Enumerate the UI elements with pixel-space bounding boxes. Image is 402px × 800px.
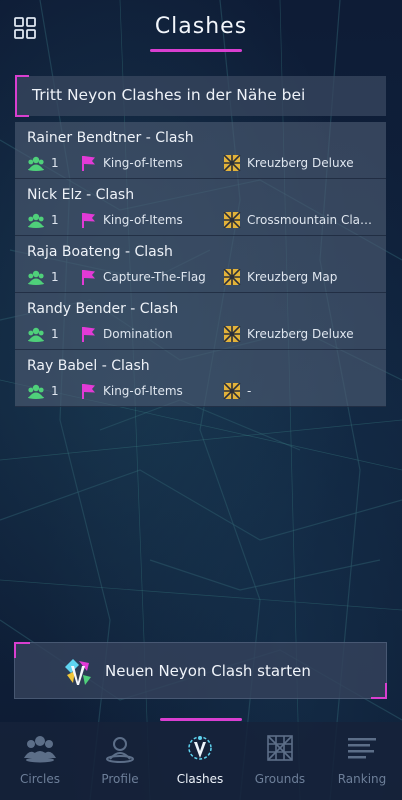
clash-list-item[interactable]: Ray Babel - Clash 1 King-of-Items - xyxy=(15,350,386,407)
map-icon xyxy=(223,269,241,285)
map-icon xyxy=(223,212,241,228)
clash-name: Ray Babel - Clash xyxy=(27,358,150,374)
clash-name: Raja Boateng - Clash xyxy=(27,244,173,260)
map-name-value: Kreuzberg Deluxe xyxy=(247,156,354,170)
banner-text: Tritt Neyon Clashes in der Nähe bei xyxy=(32,86,306,104)
players-icon xyxy=(27,383,45,399)
game-mode-value: Capture-The-Flag xyxy=(103,270,206,284)
player-count-value: 1 xyxy=(51,213,59,227)
nav-label: Clashes xyxy=(176,772,224,786)
nav-item-clashes[interactable]: Clashes xyxy=(160,722,240,800)
player-count: 1 xyxy=(27,269,59,285)
player-count-value: 1 xyxy=(51,156,59,170)
player-count: 1 xyxy=(27,326,59,342)
nearby-clashes-banner: Tritt Neyon Clashes in der Nähe bei xyxy=(15,75,386,117)
ranking-icon xyxy=(346,732,378,764)
map-name-value: Crossmountain Clas... xyxy=(247,213,375,227)
game-mode: Capture-The-Flag xyxy=(79,269,206,285)
map-icon xyxy=(223,383,241,399)
map-icon xyxy=(223,155,241,171)
neyon-logo-icon xyxy=(61,655,95,689)
clash-list-item[interactable]: Raja Boateng - Clash 1 Capture-The-Flag Kre… xyxy=(15,236,386,293)
map-name-value: - xyxy=(247,384,252,398)
header: Clashes xyxy=(0,0,402,60)
clash-meta: 1 Capture-The-Flag Kreuzberg Map xyxy=(27,269,382,287)
clash-list-item[interactable]: Randy Bender - Clash 1 Domination Kreuzberg… xyxy=(15,293,386,350)
bottom-nav: Circles Profile Clashes Grounds Ranking xyxy=(0,722,402,800)
flag-icon xyxy=(79,326,97,342)
player-count: 1 xyxy=(27,383,59,399)
flag-icon xyxy=(79,212,97,228)
nav-item-grounds[interactable]: Grounds xyxy=(240,722,320,800)
map-name-value: Kreuzberg Deluxe xyxy=(247,327,354,341)
game-mode: Domination xyxy=(79,326,173,342)
nav-label: Circles xyxy=(20,772,60,786)
start-clash-button[interactable]: Neuen Neyon Clash starten xyxy=(14,642,387,699)
player-count: 1 xyxy=(27,212,59,228)
clash-list: Rainer Bendtner - Clash 1 King-of-Items Kre… xyxy=(15,122,386,407)
player-count-value: 1 xyxy=(51,384,59,398)
grounds-icon xyxy=(264,732,296,764)
game-mode-value: King-of-Items xyxy=(103,213,183,227)
players-icon xyxy=(27,155,45,171)
map-name: Kreuzberg Map xyxy=(223,269,337,285)
map-icon xyxy=(223,326,241,342)
nav-item-circles[interactable]: Circles xyxy=(0,722,80,800)
nav-item-profile[interactable]: Profile xyxy=(80,722,160,800)
clash-list-item[interactable]: Rainer Bendtner - Clash 1 King-of-Items Kre… xyxy=(15,122,386,179)
map-name: Kreuzberg Deluxe xyxy=(223,326,354,342)
flag-icon xyxy=(79,269,97,285)
game-mode-value: King-of-Items xyxy=(103,384,183,398)
map-name: - xyxy=(223,383,251,399)
map-name: Crossmountain Clas... xyxy=(223,212,375,228)
game-mode: King-of-Items xyxy=(79,155,183,171)
clash-meta: 1 Domination Kreuzberg Deluxe xyxy=(27,326,382,344)
title-underline xyxy=(150,49,242,52)
clash-meta: 1 King-of-Items Crossmountain Clas... xyxy=(27,212,382,230)
players-icon xyxy=(27,326,45,342)
game-mode-value: Domination xyxy=(103,327,173,341)
players-icon xyxy=(27,212,45,228)
nav-item-ranking[interactable]: Ranking xyxy=(322,722,402,800)
map-name: Kreuzberg Deluxe xyxy=(223,155,354,171)
corner-decoration xyxy=(371,683,387,699)
nav-label: Profile xyxy=(101,772,139,786)
nav-label: Ranking xyxy=(337,772,387,786)
flag-icon xyxy=(79,383,97,399)
page-title: Clashes xyxy=(154,14,248,39)
player-count-value: 1 xyxy=(51,270,59,284)
nav-active-indicator xyxy=(160,718,242,721)
player-count-value: 1 xyxy=(51,327,59,341)
player-count: 1 xyxy=(27,155,59,171)
clash-name: Rainer Bendtner - Clash xyxy=(27,130,194,146)
game-mode: King-of-Items xyxy=(79,212,183,228)
clashes-icon xyxy=(184,732,216,764)
clash-meta: 1 King-of-Items - xyxy=(27,383,382,401)
corner-decoration xyxy=(14,642,30,658)
game-mode-value: King-of-Items xyxy=(103,156,183,170)
clash-meta: 1 King-of-Items Kreuzberg Deluxe xyxy=(27,155,382,173)
clash-list-item[interactable]: Nick Elz - Clash 1 King-of-Items Crossmount… xyxy=(15,179,386,236)
game-mode: King-of-Items xyxy=(79,383,183,399)
clash-name: Randy Bender - Clash xyxy=(27,301,179,317)
profile-icon xyxy=(104,732,136,764)
players-icon xyxy=(27,269,45,285)
flag-icon xyxy=(79,155,97,171)
start-clash-label: Neuen Neyon Clash starten xyxy=(105,662,311,680)
circles-icon xyxy=(24,732,56,764)
nav-label: Grounds xyxy=(254,772,306,786)
clash-name: Nick Elz - Clash xyxy=(27,187,135,203)
map-name-value: Kreuzberg Map xyxy=(247,270,338,284)
